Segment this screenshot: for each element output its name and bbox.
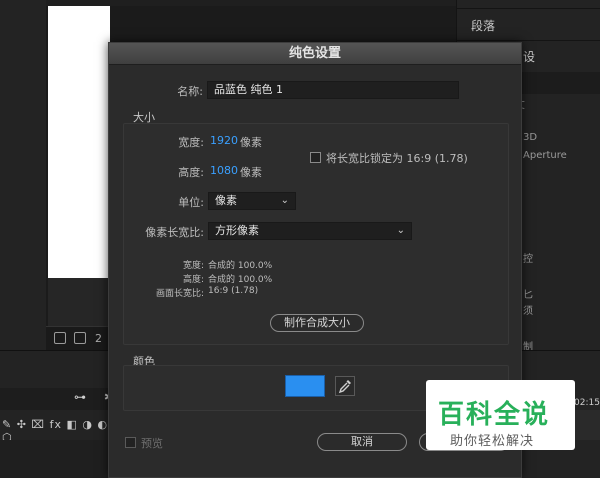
timeline-tools[interactable]: ✎ ✣ ⌧ fx ◧ ◑ ◐ ⬡ bbox=[0, 418, 110, 444]
chevron-down-icon: ⌄ bbox=[280, 195, 289, 206]
name-input[interactable]: 品蓝色 纯色 1 bbox=[207, 81, 459, 99]
pixel-aspect-label: 像素长宽比: bbox=[145, 226, 204, 239]
height-label: 高度: bbox=[178, 166, 204, 179]
right-panel-fragment-2: 控 bbox=[523, 254, 533, 265]
color-swatch[interactable] bbox=[285, 375, 325, 397]
viewer-toolbar: 2 bbox=[46, 326, 110, 350]
info-frame-aspect-label: 画面长宽比: bbox=[155, 289, 204, 299]
right-panel-fragment-3: 匕 bbox=[523, 290, 533, 301]
settings-fragment-label: 设 bbox=[523, 50, 536, 64]
unit-select[interactable]: 像素 ⌄ bbox=[208, 192, 296, 210]
pixel-aspect-select[interactable]: 方形像素 ⌄ bbox=[208, 222, 412, 240]
info-height-value: 合成的 100.0% bbox=[208, 275, 273, 285]
right-panel-fragment-4: 须 bbox=[523, 306, 533, 317]
info-width-label: 宽度: bbox=[182, 261, 204, 271]
right-panel-aperture-label: Aperture bbox=[523, 150, 567, 161]
info-width-value: 合成的 100.0% bbox=[208, 261, 273, 271]
cancel-button[interactable]: 取消 bbox=[317, 433, 407, 451]
left-panel bbox=[0, 0, 46, 350]
name-label: 名称: bbox=[177, 85, 203, 98]
preview-checkbox[interactable] bbox=[125, 437, 136, 448]
lock-aspect-checkbox[interactable] bbox=[310, 152, 321, 163]
pixel-aspect-select-value: 方形像素 bbox=[215, 224, 259, 237]
timeline-layer-row[interactable] bbox=[0, 388, 110, 410]
snapshot-icon[interactable] bbox=[54, 332, 66, 344]
info-frame-aspect-value: 16:9 (1.78) bbox=[208, 286, 259, 296]
right-panel-3d-label: 3D bbox=[523, 132, 538, 143]
height-value[interactable]: 1080 bbox=[210, 164, 238, 177]
width-unit: 像素 bbox=[240, 136, 262, 149]
paragraph-panel-label[interactable]: 段落 bbox=[471, 17, 495, 34]
timeline-node-icon[interactable]: ⊶ bbox=[74, 390, 86, 404]
eyedropper-icon bbox=[338, 380, 351, 394]
preview-label[interactable]: 预览 bbox=[141, 435, 163, 451]
right-panel-sep-mid bbox=[457, 40, 600, 41]
width-value[interactable]: 1920 bbox=[210, 134, 238, 147]
unit-label: 单位: bbox=[178, 196, 204, 209]
info-height-label: 高度: bbox=[182, 275, 204, 285]
watermark-sub-text: 助你轻松解决 bbox=[450, 434, 535, 449]
dialog-title: 纯色设置 bbox=[109, 43, 521, 65]
composition-canvas[interactable] bbox=[48, 6, 110, 278]
lock-aspect-label[interactable]: 将长宽比锁定为 16:9 (1.78) bbox=[326, 150, 468, 166]
right-panel-sep-top bbox=[457, 8, 600, 9]
monitor-icon[interactable] bbox=[74, 332, 86, 344]
make-comp-size-button[interactable]: 制作合成大小 bbox=[270, 314, 364, 332]
canvas-pasteboard bbox=[48, 278, 110, 326]
watermark-logo: 百科全说 助你轻松解决 bbox=[426, 380, 575, 450]
unit-select-value: 像素 bbox=[215, 194, 237, 207]
width-label: 宽度: bbox=[178, 136, 204, 149]
eyedropper-button[interactable] bbox=[335, 376, 355, 396]
watermark-main-text: 百科全说 bbox=[438, 400, 551, 430]
size-group: 宽度: 1920 像素 将长宽比锁定为 16:9 (1.78) 高度: 1080… bbox=[123, 123, 509, 345]
timeline-time-text: 02:15 bbox=[574, 398, 600, 408]
chevron-down-icon: ⌄ bbox=[396, 225, 405, 236]
zoom-text[interactable]: 2 bbox=[95, 332, 102, 345]
timeline-layer-row-2[interactable] bbox=[0, 440, 110, 478]
height-unit: 像素 bbox=[240, 166, 262, 179]
